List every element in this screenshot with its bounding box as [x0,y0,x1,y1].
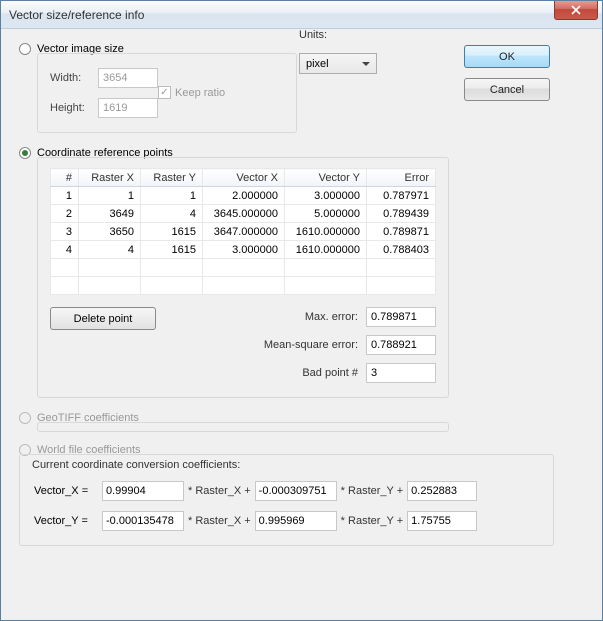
reference-points-table[interactable]: #Raster XRaster YVector XVector YError 1… [50,168,436,295]
table-cell: 2 [51,205,79,223]
titlebar: Vector size/reference info [1,1,602,29]
table-cell: 3645.000000 [203,205,285,223]
table-cell: 1 [51,187,79,205]
table-cell: 4 [51,241,79,259]
reference-points-group: #Raster XRaster YVector XVector YError 1… [37,157,449,398]
table-header[interactable]: Error [367,169,436,187]
table-cell: 3649 [79,205,141,223]
coefficients-group: Current coordinate conversion coefficien… [19,454,554,546]
table-cell: 0.788403 [367,241,436,259]
table-cell: 1615 [141,223,203,241]
vx-coef-c[interactable] [407,481,477,501]
table-header[interactable]: Raster X [79,169,141,187]
table-row [51,259,436,277]
table-row [51,277,436,295]
table-cell: 0.789439 [367,205,436,223]
vx-coef-b[interactable] [255,481,337,501]
height-input[interactable] [98,98,158,118]
vector-y-row: Vector_Y = * Raster_X + * Raster_Y + [32,511,541,531]
vy-coef-c[interactable] [407,511,477,531]
table-cell: 3.000000 [285,187,367,205]
coefficients-heading: Current coordinate conversion coefficien… [32,459,541,471]
table-header[interactable]: # [51,169,79,187]
geotiff-group [37,422,449,432]
width-input[interactable] [98,68,158,88]
units-dropdown[interactable]: pixel [299,53,377,74]
table-cell: 4 [79,241,141,259]
checkbox-icon: ✓ [158,86,171,99]
raster-x-suffix: * Raster_X + [188,515,251,527]
radio-icon [19,412,31,424]
mean-square-error-label: Mean-square error: [228,339,358,351]
table-row[interactable]: 3365016153647.0000001610.0000000.789871 [51,223,436,241]
width-label: Width: [50,72,90,84]
dialog-window: Vector size/reference info Vector image … [0,0,603,621]
table-row[interactable]: 4416153.0000001610.0000000.788403 [51,241,436,259]
raster-y-suffix: * Raster_Y + [341,515,403,527]
bad-point-label: Bad point # [228,367,358,379]
max-error-label: Max. error: [228,311,358,323]
close-icon [571,5,581,15]
keep-ratio-label: Keep ratio [175,87,225,99]
table-cell: 3.000000 [203,241,285,259]
radio-icon [19,43,31,55]
ok-button[interactable]: OK [464,45,550,68]
mean-square-error-value[interactable] [366,335,436,355]
table-cell: 3 [51,223,79,241]
delete-point-button[interactable]: Delete point [50,307,156,330]
image-size-group: Width: ✓ Keep ratio Height: [37,53,297,133]
height-label: Height: [50,102,90,114]
table-cell: 1 [79,187,141,205]
raster-x-suffix: * Raster_X + [188,485,251,497]
raster-y-suffix: * Raster_Y + [341,485,403,497]
table-cell: 4 [141,205,203,223]
keep-ratio-checkbox[interactable]: ✓ Keep ratio [158,86,225,99]
table-row[interactable]: 2364943645.0000005.0000000.789439 [51,205,436,223]
cancel-button[interactable]: Cancel [464,78,550,101]
units-label: Units: [299,29,377,41]
dialog-content: Vector image size Units: pixel Width: ✓ … [1,29,602,620]
radio-icon [19,147,31,159]
units-value: pixel [306,58,329,70]
vector-x-row: Vector_X = * Raster_X + * Raster_Y + [32,481,541,501]
table-cell: 2.000000 [203,187,285,205]
units-section: Units: pixel [299,29,377,74]
table-cell: 3647.000000 [203,223,285,241]
table-cell: 0.789871 [367,223,436,241]
table-cell: 0.787971 [367,187,436,205]
vy-coef-a[interactable] [102,511,184,531]
vx-coef-a[interactable] [102,481,184,501]
vy-coef-b[interactable] [255,511,337,531]
table-header[interactable]: Vector X [203,169,285,187]
table-cell: 5.000000 [285,205,367,223]
vector-y-label: Vector_Y = [32,515,98,527]
table-cell: 1 [141,187,203,205]
window-title: Vector size/reference info [9,8,144,22]
table-header[interactable]: Vector Y [285,169,367,187]
table-header[interactable]: Raster Y [141,169,203,187]
bad-point-value[interactable] [366,363,436,383]
table-cell: 1610.000000 [285,241,367,259]
table-cell: 1615 [141,241,203,259]
max-error-value[interactable] [366,307,436,327]
table-cell: 3650 [79,223,141,241]
vector-x-label: Vector_X = [32,485,98,497]
table-cell: 1610.000000 [285,223,367,241]
close-button[interactable] [554,1,598,20]
table-row[interactable]: 1112.0000003.0000000.787971 [51,187,436,205]
